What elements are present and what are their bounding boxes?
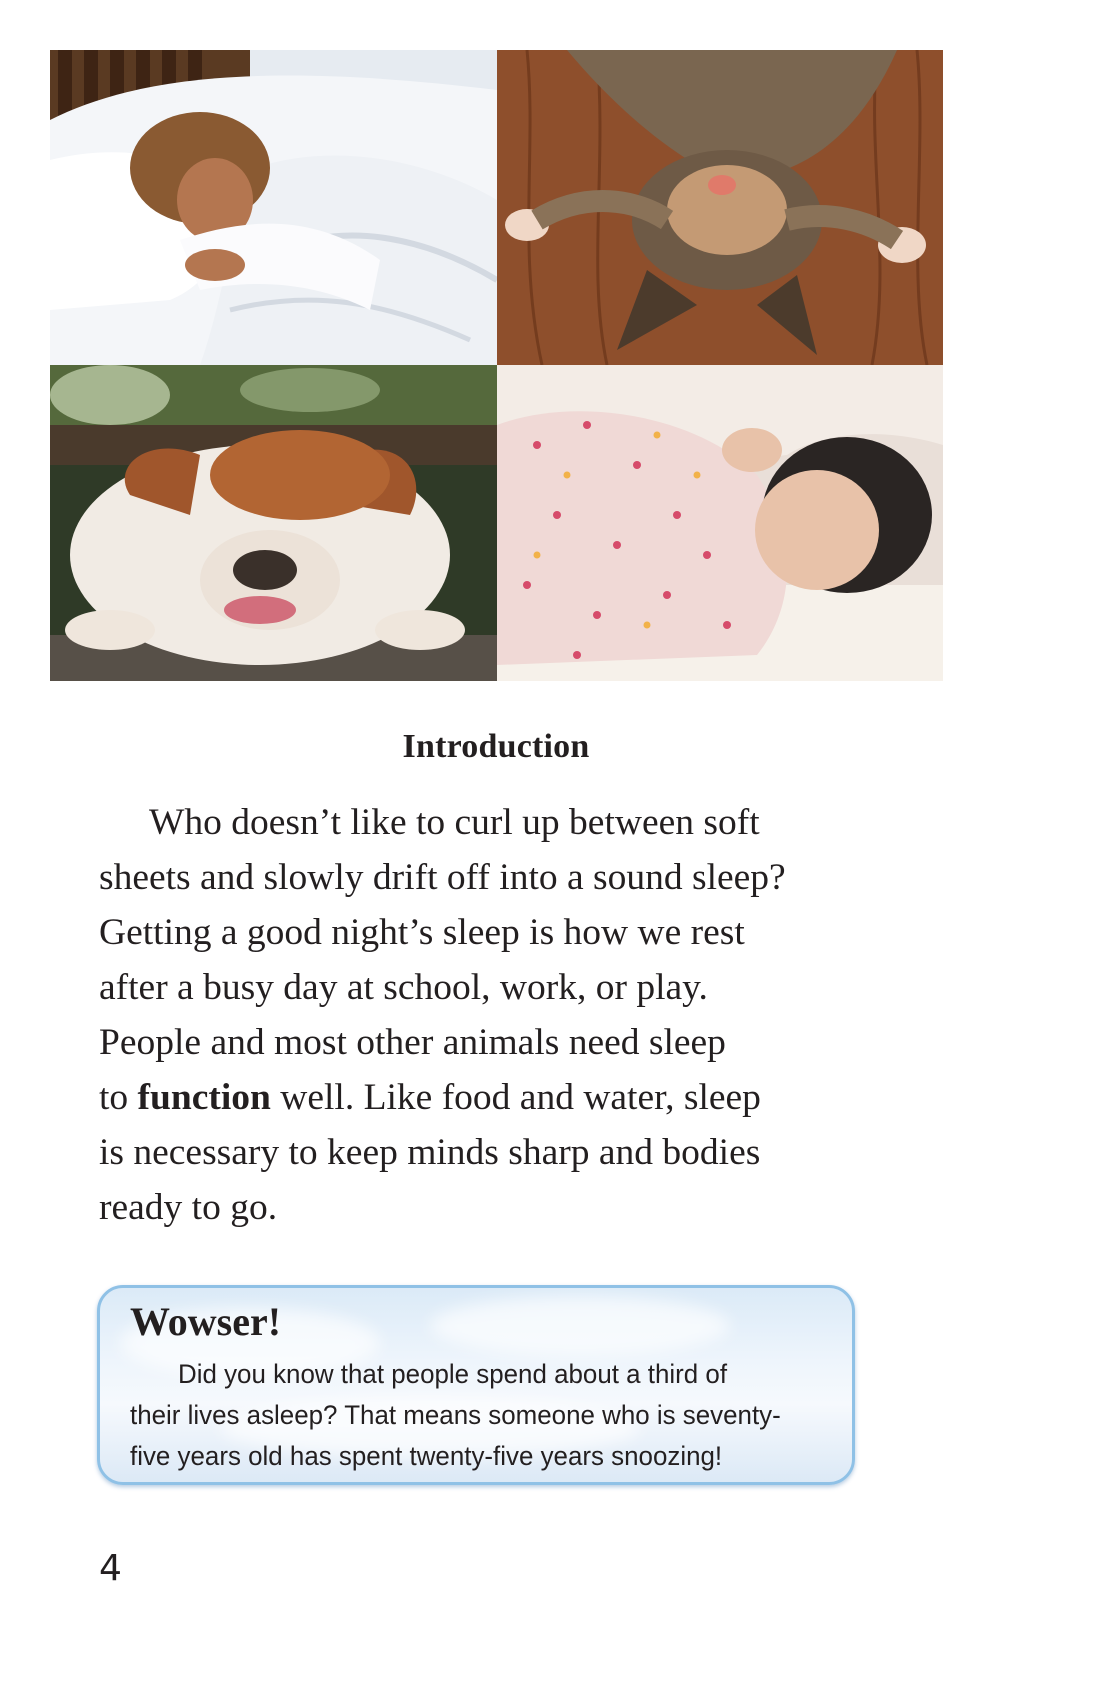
cat-sleeping-photo [497, 50, 943, 365]
fact-line: five years old has spent twenty-five yea… [130, 1441, 723, 1471]
wowser-fact-box: Wowser! Did you know that people spend a… [97, 1285, 855, 1485]
paragraph-line: sheets and slowly drift off into a sound… [99, 857, 786, 898]
page-number: 4 [99, 1548, 122, 1589]
paragraph-line: Getting a good night’s sleep is how we r… [99, 912, 745, 953]
baby-sleeping-photo [497, 365, 943, 681]
paragraph-line: to function well. Like food and water, s… [99, 1070, 899, 1125]
line-text: well. Like food and water, sleep [270, 1077, 761, 1118]
vocabulary-word: function [137, 1077, 271, 1118]
paragraph-line: is necessary to keep minds sharp and bod… [99, 1132, 761, 1173]
bulldog-sleeping-photo [50, 365, 497, 681]
photo-collage [50, 50, 943, 681]
fact-box-title: Wowser! [130, 1299, 282, 1344]
woman-sleeping-photo [50, 50, 497, 365]
paragraph-line: People and most other animals need sleep [99, 1022, 726, 1063]
fact-line: their lives asleep? That means someone w… [130, 1400, 781, 1430]
section-heading: Introduction [402, 728, 590, 765]
fact-line: Did you know that people spend about a t… [178, 1359, 728, 1389]
fact-box-text: Did you know that people spend about a t… [130, 1354, 812, 1477]
line-text: to [99, 1077, 138, 1118]
paragraph-line: Who doesn’t like to curl up between soft [149, 802, 760, 843]
intro-paragraph: Who doesn’t like to curl up between soft… [99, 795, 899, 1235]
paragraph-line: ready to go. [99, 1187, 278, 1228]
paragraph-line: after a busy day at school, work, or pla… [99, 967, 708, 1008]
